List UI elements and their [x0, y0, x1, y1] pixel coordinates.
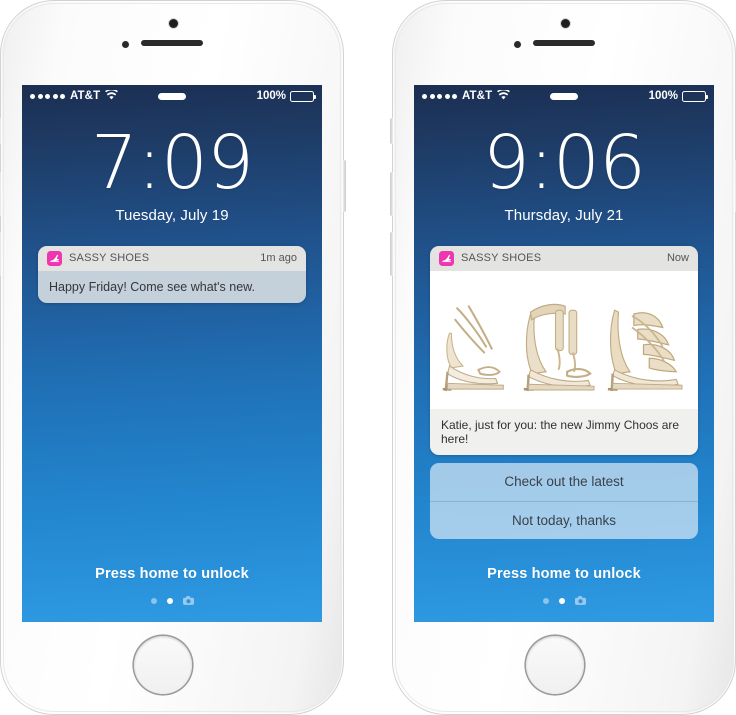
clock-date: Thursday, July 21 — [504, 206, 624, 224]
power-button[interactable] — [343, 160, 346, 212]
status-right-group: 100% — [648, 90, 708, 102]
wifi-icon — [497, 88, 511, 103]
camera-icon[interactable] — [574, 592, 586, 610]
product-image-shoe-2 — [523, 303, 595, 391]
lock-screen[interactable]: AT&T 100% — [22, 85, 322, 622]
home-button[interactable] — [134, 636, 192, 694]
notification-header: SASSY SHOES Now — [430, 245, 698, 271]
notification-area: SASSY SHOES 1m ago Happy Friday! Come se… — [22, 245, 322, 303]
proximity-sensor-icon — [122, 41, 129, 48]
signal-strength-icon — [30, 93, 65, 99]
earpiece-speaker — [533, 40, 595, 46]
notification-timestamp: Now — [666, 252, 689, 265]
phone-left: AT&T 100% 7:09 Tuesday, July 19 SASSY SH… — [0, 0, 346, 715]
clock: 9:06 Thursday, July 21 — [414, 120, 714, 224]
signal-strength-icon — [422, 93, 457, 99]
silence-switch[interactable] — [390, 118, 393, 144]
proximity-sensor-icon — [514, 41, 521, 48]
volume-down-button[interactable] — [0, 232, 1, 276]
notification-app-name: SASSY SHOES — [69, 252, 150, 265]
earpiece-speaker — [141, 40, 203, 46]
battery-percent-label: 100% — [648, 90, 678, 102]
page-dot-active[interactable] — [166, 598, 173, 604]
not-today-thanks-button[interactable]: Not today, thanks — [430, 500, 698, 539]
battery-icon — [682, 90, 708, 102]
page-dot-active[interactable] — [558, 598, 565, 604]
page-dots — [414, 592, 714, 610]
phone-right: AT&T 100% 9:06 Thursday, July 21 SASSY S… — [390, 0, 736, 715]
lock-screen-footer: Press home to unlock — [414, 566, 714, 610]
clock-time: 9:06 — [482, 120, 646, 206]
volume-up-button[interactable] — [390, 172, 393, 216]
check-out-the-latest-button[interactable]: Check out the latest — [430, 462, 698, 501]
product-image-shoe-1 — [442, 304, 504, 391]
notification-actions: Check out the latest Not today, thanks — [430, 462, 698, 539]
volume-up-button[interactable] — [0, 172, 1, 216]
front-camera-icon — [561, 19, 570, 28]
status-bar: AT&T 100% — [414, 85, 714, 107]
clock: 7:09 Tuesday, July 19 — [22, 120, 322, 224]
page-dot[interactable] — [542, 598, 549, 604]
notification-message: Katie, just for you: the new Jimmy Choos… — [430, 408, 698, 455]
notification-product-images — [430, 270, 698, 409]
front-camera-icon — [169, 19, 178, 28]
volume-down-button[interactable] — [390, 232, 393, 276]
status-bar: AT&T 100% — [22, 85, 322, 107]
camera-icon[interactable] — [182, 592, 194, 610]
carrier-label: AT&T — [462, 90, 493, 102]
phones-stage: AT&T 100% 7:09 Tuesday, July 19 SASSY SH… — [0, 0, 736, 715]
notification-card[interactable]: SASSY SHOES Now Katie, just for you: the… — [430, 245, 698, 455]
wifi-icon — [105, 88, 119, 103]
battery-percent-label: 100% — [256, 90, 286, 102]
notification-message: Happy Friday! Come see what's new. — [38, 270, 306, 303]
lock-screen-footer: Press home to unlock — [22, 566, 322, 610]
unlock-hint-label: Press home to unlock — [95, 566, 249, 582]
page-dot[interactable] — [150, 598, 157, 604]
silence-switch[interactable] — [0, 118, 1, 144]
product-image-shoe-3 — [608, 308, 683, 391]
notification-area: SASSY SHOES Now Katie, just for you: the… — [414, 245, 714, 539]
notification-card[interactable]: SASSY SHOES 1m ago Happy Friday! Come se… — [38, 245, 306, 303]
status-right-group: 100% — [256, 90, 316, 102]
high-heel-shoe-icon — [47, 250, 62, 266]
page-dots — [22, 592, 322, 610]
high-heel-shoe-icon — [439, 250, 454, 266]
clock-time: 7:09 — [90, 120, 254, 206]
home-button[interactable] — [526, 636, 584, 694]
notification-header: SASSY SHOES 1m ago — [38, 245, 306, 271]
carrier-label: AT&T — [70, 90, 101, 102]
lock-screen[interactable]: AT&T 100% — [414, 85, 714, 622]
notification-timestamp: 1m ago — [260, 252, 297, 265]
unlock-hint-label: Press home to unlock — [487, 566, 641, 582]
clock-date: Tuesday, July 19 — [115, 206, 229, 224]
notification-app-name: SASSY SHOES — [461, 252, 542, 265]
battery-icon — [290, 90, 316, 102]
